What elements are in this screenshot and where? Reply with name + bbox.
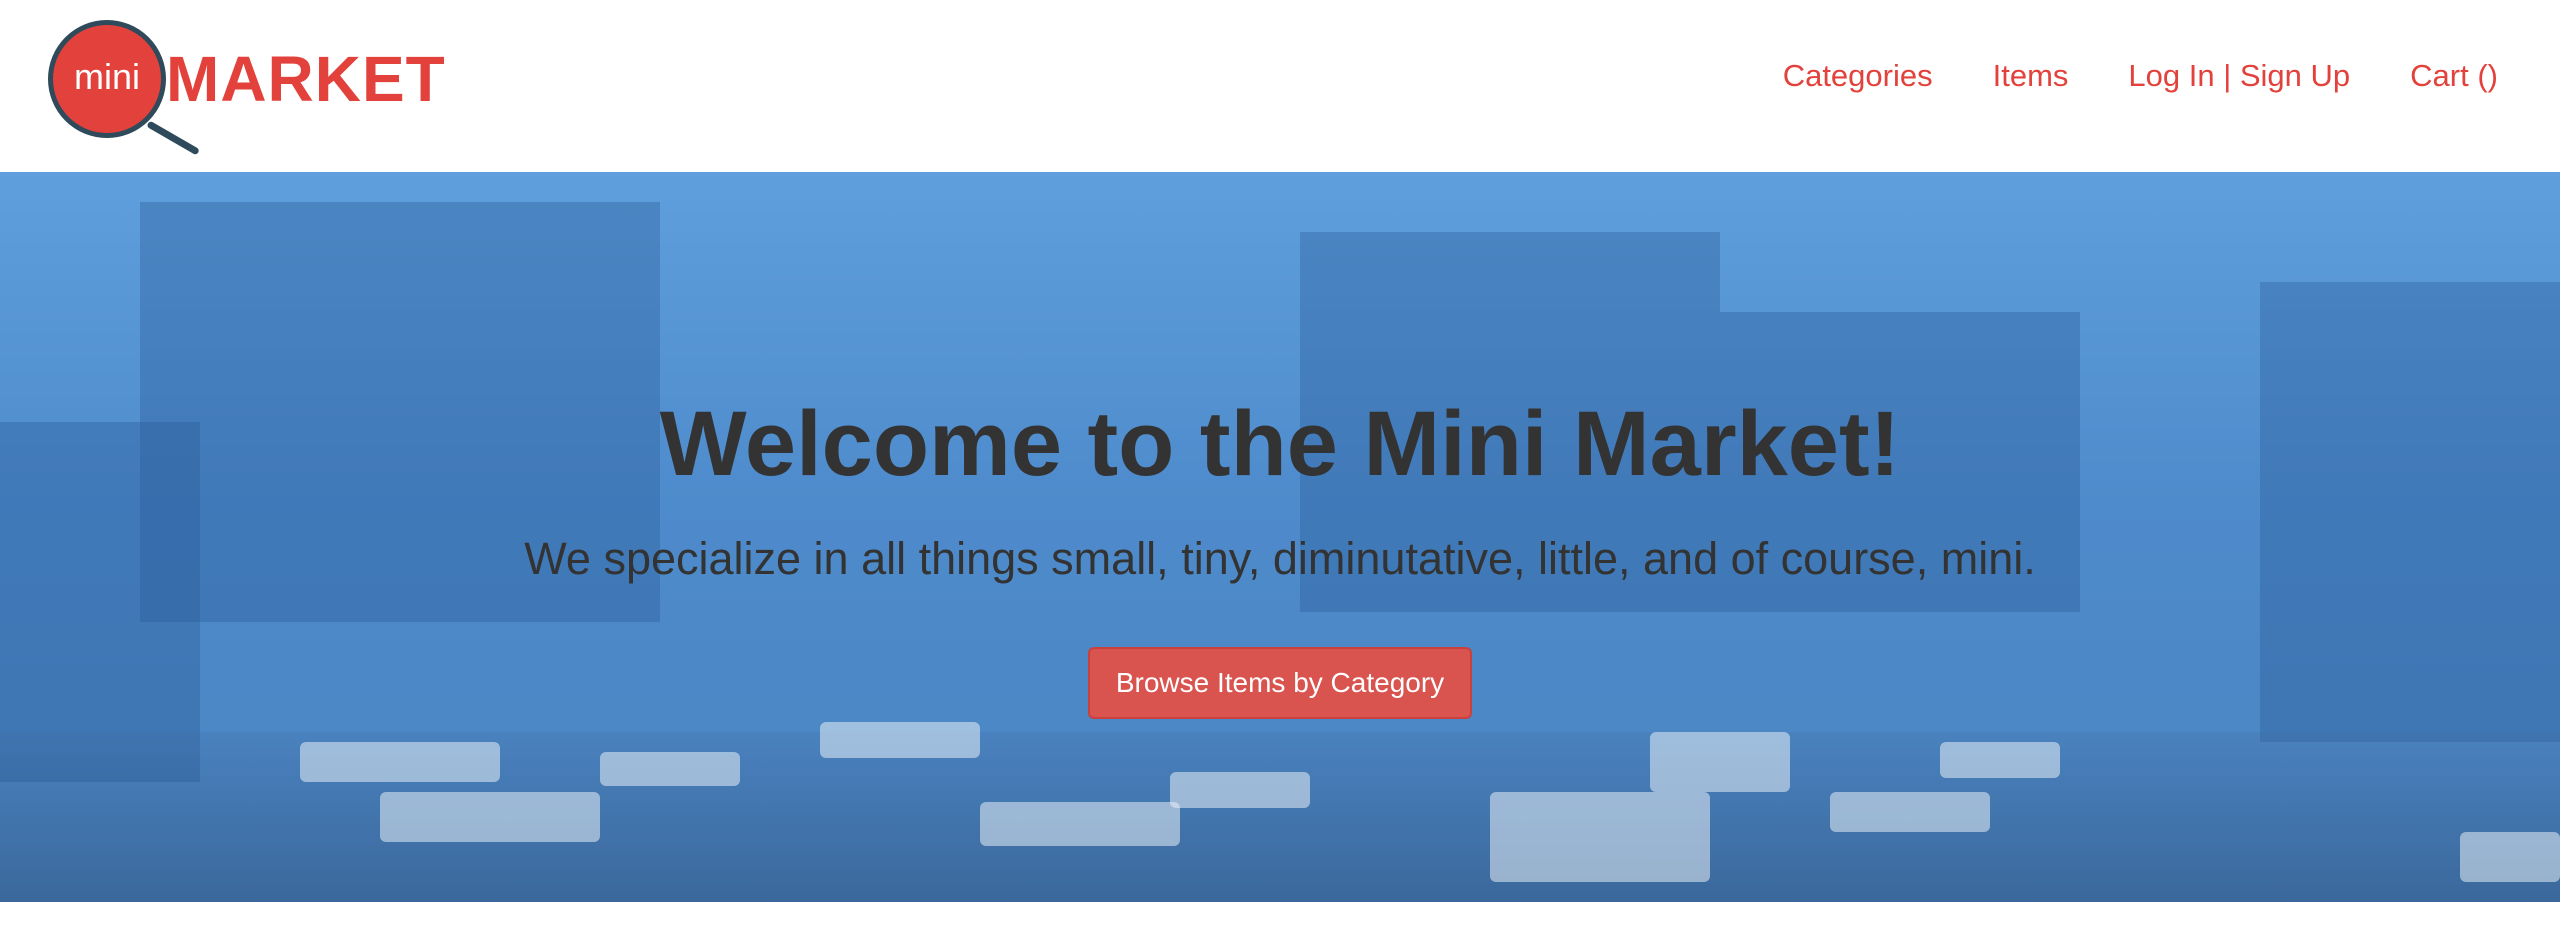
nav-items-link[interactable]: Items [1993, 58, 2069, 94]
nav-categories-link[interactable]: Categories [1783, 58, 1933, 94]
nav-cart-link[interactable]: Cart () [2410, 58, 2498, 94]
nav-login-signup-link[interactable]: Log In | Sign Up [2128, 58, 2350, 94]
logo-mini-text: mini [73, 56, 140, 97]
main-nav: Categories Items Log In | Sign Up Cart (… [1783, 58, 2498, 94]
browse-categories-button[interactable]: Browse Items by Category [1087, 647, 1473, 719]
hero-banner: Welcome to the Mini Market! We specializ… [0, 172, 2560, 902]
hero-content: Welcome to the Mini Market! We specializ… [0, 392, 2560, 719]
navbar: mini MARKET Categories Items Log In | Si… [0, 0, 2560, 173]
hero-title: Welcome to the Mini Market! [659, 393, 1901, 495]
hero-subtitle: We specialize in all things small, tiny,… [524, 533, 2036, 584]
magnifier-handle [146, 120, 200, 156]
logo-market-text: MARKET [166, 43, 446, 115]
site-logo[interactable]: mini MARKET [44, 16, 464, 156]
